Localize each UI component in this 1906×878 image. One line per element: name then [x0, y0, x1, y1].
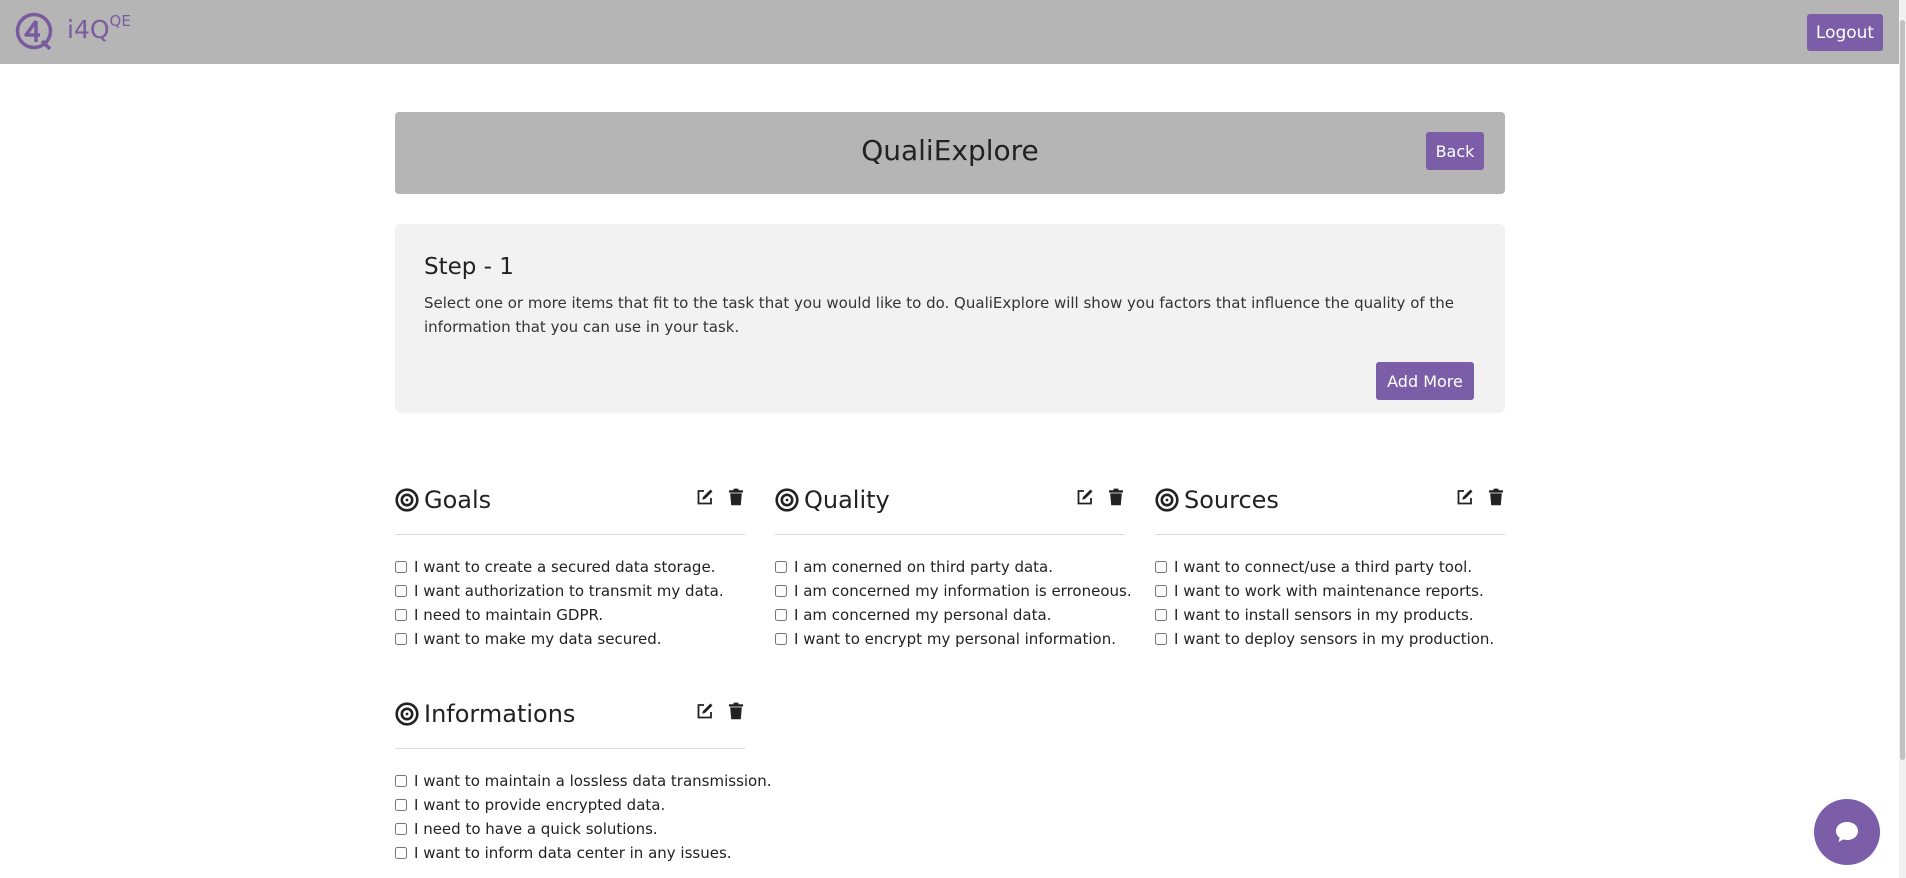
option-item[interactable]: I want authorization to transmit my data…	[395, 579, 724, 603]
section-header: Quality	[775, 486, 1125, 526]
option-checkbox-informations-2[interactable]	[395, 823, 407, 835]
option-label: I am conerned on third party data.	[794, 558, 1054, 576]
option-item[interactable]: I am concerned my personal data.	[775, 603, 1132, 627]
section-quality: Quality I am conerned on third party dat…	[775, 486, 1132, 648]
option-item[interactable]: I want to inform data center in any issu…	[395, 841, 772, 865]
trash-icon[interactable]	[1488, 488, 1504, 506]
option-checkbox-quality-1[interactable]	[775, 585, 787, 597]
option-label: I want to deploy sensors in my productio…	[1174, 630, 1495, 648]
brand-text: i4Q	[67, 15, 110, 44]
brand-name: i4QQE	[67, 12, 131, 44]
section-divider	[395, 534, 745, 535]
option-item[interactable]: I am conerned on third party data.	[775, 555, 1132, 579]
logout-button[interactable]: Logout	[1807, 14, 1883, 51]
option-label: I am concerned my personal data.	[794, 606, 1052, 624]
trash-icon[interactable]	[1108, 488, 1124, 506]
back-button[interactable]: Back	[1426, 132, 1484, 170]
section-title: Sources	[1184, 486, 1279, 514]
option-item[interactable]: I want to make my data secured.	[395, 627, 724, 651]
edit-icon[interactable]	[1456, 488, 1474, 506]
option-checkbox-goals-2[interactable]	[395, 609, 407, 621]
edit-icon[interactable]	[696, 702, 714, 720]
chat-bubble-icon	[1836, 822, 1858, 842]
page-header-card: QualiExplore Back	[395, 112, 1505, 194]
option-label: I want to encrypt my personal informatio…	[794, 630, 1116, 648]
step-card: Step - 1 Select one or more items that f…	[395, 224, 1505, 413]
section-title: Quality	[804, 486, 890, 514]
chat-button[interactable]	[1814, 799, 1880, 865]
option-item[interactable]: I want to work with maintenance reports.	[1155, 579, 1494, 603]
option-item[interactable]: I want to deploy sensors in my productio…	[1155, 627, 1494, 651]
target-icon	[395, 702, 419, 726]
option-item[interactable]: I want to encrypt my personal informatio…	[775, 627, 1132, 651]
section-divider	[775, 534, 1125, 535]
option-checkbox-quality-0[interactable]	[775, 561, 787, 573]
option-checkbox-informations-0[interactable]	[395, 775, 407, 787]
option-label: I want to make my data secured.	[414, 630, 662, 648]
option-label: I want authorization to transmit my data…	[414, 582, 724, 600]
section-header: Goals	[395, 486, 745, 526]
option-item[interactable]: I want to maintain a lossless data trans…	[395, 769, 772, 793]
option-label: I want to install sensors in my products…	[1174, 606, 1474, 624]
option-label: I want to inform data center in any issu…	[414, 844, 732, 862]
step-description: Select one or more items that fit to the…	[424, 294, 1455, 336]
option-item[interactable]: I need to have a quick solutions.	[395, 817, 772, 841]
option-label: I want to maintain a lossless data trans…	[414, 772, 772, 790]
step-title: Step - 1	[424, 254, 514, 280]
trash-icon[interactable]	[728, 702, 744, 720]
add-more-button[interactable]: Add More	[1376, 362, 1474, 400]
i4q-logo-icon	[15, 12, 53, 50]
section-sources: Sources I want to connect/use a third pa…	[1155, 486, 1505, 648]
option-checkbox-goals-1[interactable]	[395, 585, 407, 597]
scrollbar-thumb[interactable]	[1900, 20, 1905, 760]
page-title: QualiExplore	[861, 134, 1039, 167]
section-informations: Informations I want to maintain a lossle…	[395, 700, 772, 862]
section-title: Goals	[424, 486, 492, 514]
option-item[interactable]: I need to maintain GDPR.	[395, 603, 724, 627]
option-checkbox-goals-0[interactable]	[395, 561, 407, 573]
target-icon	[775, 488, 799, 512]
section-options: I want to maintain a lossless data trans…	[395, 769, 772, 865]
edit-icon[interactable]	[696, 488, 714, 506]
option-checkbox-sources-2[interactable]	[1155, 609, 1167, 621]
option-item[interactable]: I want to provide encrypted data.	[395, 793, 772, 817]
option-item[interactable]: I want to install sensors in my products…	[1155, 603, 1494, 627]
option-checkbox-sources-0[interactable]	[1155, 561, 1167, 573]
option-item[interactable]: I want to create a secured data storage.	[395, 555, 724, 579]
section-options: I am conerned on third party data. I am …	[775, 555, 1132, 651]
option-checkbox-informations-1[interactable]	[395, 799, 407, 811]
option-checkbox-sources-1[interactable]	[1155, 585, 1167, 597]
section-goals: Goals I want to create a secured data st…	[395, 486, 745, 648]
section-divider	[395, 748, 745, 749]
trash-icon[interactable]	[728, 488, 744, 506]
section-options: I want to connect/use a third party tool…	[1155, 555, 1494, 651]
section-options: I want to create a secured data storage.…	[395, 555, 724, 651]
target-icon	[1155, 488, 1179, 512]
option-label: I want to work with maintenance reports.	[1174, 582, 1484, 600]
target-icon	[395, 488, 419, 512]
page-scrollbar[interactable]	[1899, 0, 1906, 878]
option-label: I am concerned my information is erroneo…	[794, 582, 1132, 600]
option-label: I need to have a quick solutions.	[414, 820, 658, 838]
brand[interactable]: i4QQE	[15, 12, 131, 50]
option-label: I want to create a secured data storage.	[414, 558, 716, 576]
option-label: I need to maintain GDPR.	[414, 606, 604, 624]
option-checkbox-informations-3[interactable]	[395, 847, 407, 859]
option-label: I want to provide encrypted data.	[414, 796, 666, 814]
option-checkbox-quality-2[interactable]	[775, 609, 787, 621]
top-navbar: i4QQE Logout	[0, 0, 1906, 64]
option-label: I want to connect/use a third party tool…	[1174, 558, 1473, 576]
option-item[interactable]: I am concerned my information is erroneo…	[775, 579, 1132, 603]
brand-superscript: QE	[109, 12, 131, 30]
section-header: Informations	[395, 700, 745, 740]
edit-icon[interactable]	[1076, 488, 1094, 506]
option-checkbox-sources-3[interactable]	[1155, 633, 1167, 645]
section-title: Informations	[424, 700, 576, 728]
section-divider	[1155, 534, 1505, 535]
option-item[interactable]: I want to connect/use a third party tool…	[1155, 555, 1494, 579]
option-checkbox-goals-3[interactable]	[395, 633, 407, 645]
section-header: Sources	[1155, 486, 1505, 526]
option-checkbox-quality-3[interactable]	[775, 633, 787, 645]
